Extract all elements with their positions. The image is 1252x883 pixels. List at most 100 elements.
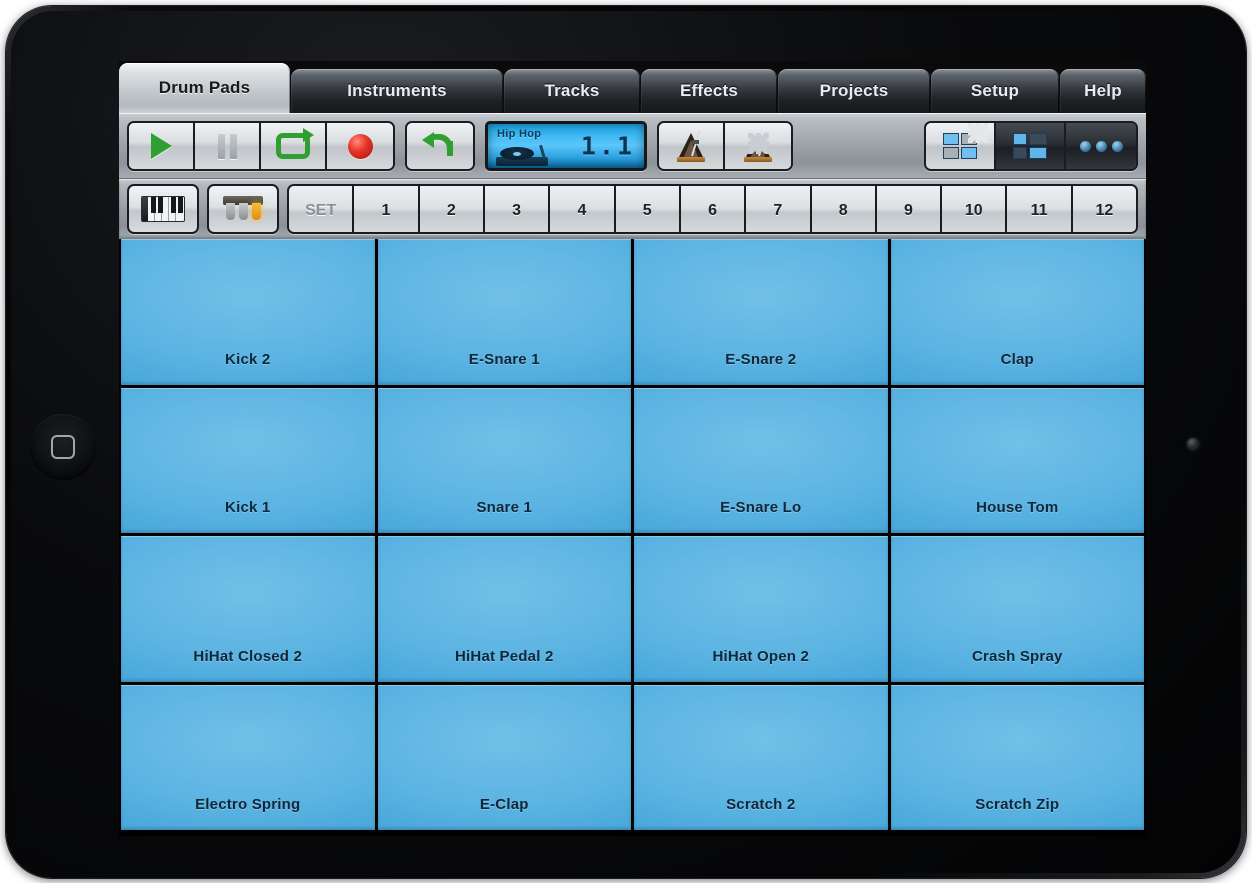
pad-settings-button[interactable] xyxy=(926,123,996,169)
tab-bar: Drum Pads Instruments Tracks Effects Pro… xyxy=(119,61,1146,113)
play-button[interactable] xyxy=(129,123,195,169)
pad-label: Clap xyxy=(1001,351,1034,368)
drum-pad[interactable]: Kick 2 xyxy=(121,239,375,385)
bank-number-strip: SET 1 2 3 4 5 6 xyxy=(287,184,1138,234)
drum-pad[interactable]: Kick 1 xyxy=(121,388,375,534)
front-camera-icon xyxy=(1187,438,1199,450)
record-button[interactable] xyxy=(327,123,393,169)
drum-pad[interactable]: E-Clap xyxy=(378,685,632,831)
pad-label: Crash Spray xyxy=(972,648,1063,665)
bank-button-2[interactable]: 2 xyxy=(420,186,485,234)
bank-label: 11 xyxy=(1031,202,1048,220)
bank-label: 6 xyxy=(708,202,717,220)
metronome-button[interactable] xyxy=(659,123,725,169)
tab-label: Setup xyxy=(971,81,1019,101)
drum-pad[interactable]: HiHat Closed 2 xyxy=(121,536,375,682)
loop-icon xyxy=(276,133,310,159)
bank-button-10[interactable]: 10 xyxy=(942,186,1007,234)
pad-label: House Tom xyxy=(976,499,1058,516)
record-icon xyxy=(348,134,373,159)
turntable-icon xyxy=(496,144,548,166)
set-button[interactable]: SET xyxy=(289,186,354,234)
pad-label: E-Snare Lo xyxy=(720,499,801,516)
tab-instruments[interactable]: Instruments xyxy=(291,69,503,113)
drum-pad[interactable]: Snare 1 xyxy=(378,388,632,534)
pause-icon xyxy=(218,134,237,159)
tab-label: Tracks xyxy=(544,81,599,101)
bank-label: 4 xyxy=(577,202,586,220)
drum-pad[interactable]: E-Snare 2 xyxy=(634,239,888,385)
tab-help[interactable]: Help xyxy=(1060,69,1146,113)
bank-button-3[interactable]: 3 xyxy=(485,186,550,234)
undo-icon xyxy=(423,132,457,160)
tab-tracks[interactable]: Tracks xyxy=(504,69,640,113)
pad-label: Kick 1 xyxy=(225,499,270,516)
tab-label: Help xyxy=(1084,81,1122,101)
bank-label: 7 xyxy=(773,202,782,220)
bank-label: 8 xyxy=(839,202,848,220)
bank-button-7[interactable]: 7 xyxy=(746,186,811,234)
gear-icon xyxy=(970,125,986,141)
drum-pad[interactable]: House Tom xyxy=(891,388,1145,534)
home-button[interactable] xyxy=(30,414,96,480)
pad-label: Scratch 2 xyxy=(726,796,795,813)
pad-grid-settings-icon xyxy=(943,133,977,159)
more-options-button[interactable] xyxy=(1066,123,1136,169)
drum-pad[interactable]: HiHat Open 2 xyxy=(634,536,888,682)
pad-label: E-Snare 1 xyxy=(469,351,540,368)
piano-keyboard-icon xyxy=(141,196,185,222)
pad-label: Electro Spring xyxy=(195,796,300,813)
drum-pedal-icon xyxy=(221,194,265,224)
transport-toolbar: Hip Hop 1.1 xyxy=(119,113,1146,179)
bank-button-5[interactable]: 5 xyxy=(616,186,681,234)
drum-pad[interactable]: E-Snare 1 xyxy=(378,239,632,385)
bank-label: 12 xyxy=(1096,202,1114,220)
undo-button-group xyxy=(405,121,475,171)
lcd-position-value: 1.1 xyxy=(581,132,635,161)
lcd-display[interactable]: Hip Hop 1.1 xyxy=(485,121,647,171)
bank-button-12[interactable]: 12 xyxy=(1073,186,1136,234)
bank-toolbar: SET 1 2 3 4 5 6 xyxy=(119,179,1146,239)
pad-label: Snare 1 xyxy=(476,499,532,516)
mixer-view-button[interactable] xyxy=(996,123,1066,169)
drum-pad[interactable]: E-Snare Lo xyxy=(634,388,888,534)
pad-label: HiHat Closed 2 xyxy=(193,648,302,665)
pad-label: HiHat Pedal 2 xyxy=(455,648,553,665)
drum-pad[interactable]: Electro Spring xyxy=(121,685,375,831)
drum-pad[interactable]: Clap xyxy=(891,239,1145,385)
app-screen: Drum Pads Instruments Tracks Effects Pro… xyxy=(119,61,1146,836)
drum-pad[interactable]: Scratch Zip xyxy=(891,685,1145,831)
undo-button[interactable] xyxy=(407,123,473,169)
bank-button-4[interactable]: 4 xyxy=(550,186,615,234)
tab-projects[interactable]: Projects xyxy=(778,69,930,113)
metronome-icon xyxy=(743,129,773,163)
more-options-icon xyxy=(1080,141,1123,152)
bank-label: 5 xyxy=(643,202,652,220)
bank-button-8[interactable]: 8 xyxy=(812,186,877,234)
pedal-mode-button[interactable] xyxy=(207,184,279,234)
drum-pad[interactable]: Scratch 2 xyxy=(634,685,888,831)
pause-button[interactable] xyxy=(195,123,261,169)
bank-label: 2 xyxy=(447,202,456,220)
tab-label: Instruments xyxy=(347,81,447,101)
drum-pad[interactable]: Crash Spray xyxy=(891,536,1145,682)
tab-setup[interactable]: Setup xyxy=(931,69,1059,113)
bank-button-1[interactable]: 1 xyxy=(354,186,419,234)
bank-button-6[interactable]: 6 xyxy=(681,186,746,234)
keyboard-mode-button[interactable] xyxy=(127,184,199,234)
drum-pad[interactable]: HiHat Pedal 2 xyxy=(378,536,632,682)
drum-pad-grid: Kick 2 E-Snare 1 E-Snare 2 Clap Kick 1 S… xyxy=(121,239,1144,830)
metronome-settings-button[interactable] xyxy=(725,123,791,169)
pad-label: Scratch Zip xyxy=(975,796,1059,813)
pad-label: E-Clap xyxy=(480,796,529,813)
tab-label: Effects xyxy=(680,81,738,101)
play-icon xyxy=(151,133,172,159)
home-button-square-icon xyxy=(51,435,75,459)
bank-button-11[interactable]: 11 xyxy=(1007,186,1072,234)
bank-label: 1 xyxy=(382,202,391,220)
loop-button[interactable] xyxy=(261,123,327,169)
tab-effects[interactable]: Effects xyxy=(641,69,777,113)
bank-button-9[interactable]: 9 xyxy=(877,186,942,234)
tab-drum-pads[interactable]: Drum Pads xyxy=(119,63,290,113)
bank-label: 10 xyxy=(965,202,983,220)
